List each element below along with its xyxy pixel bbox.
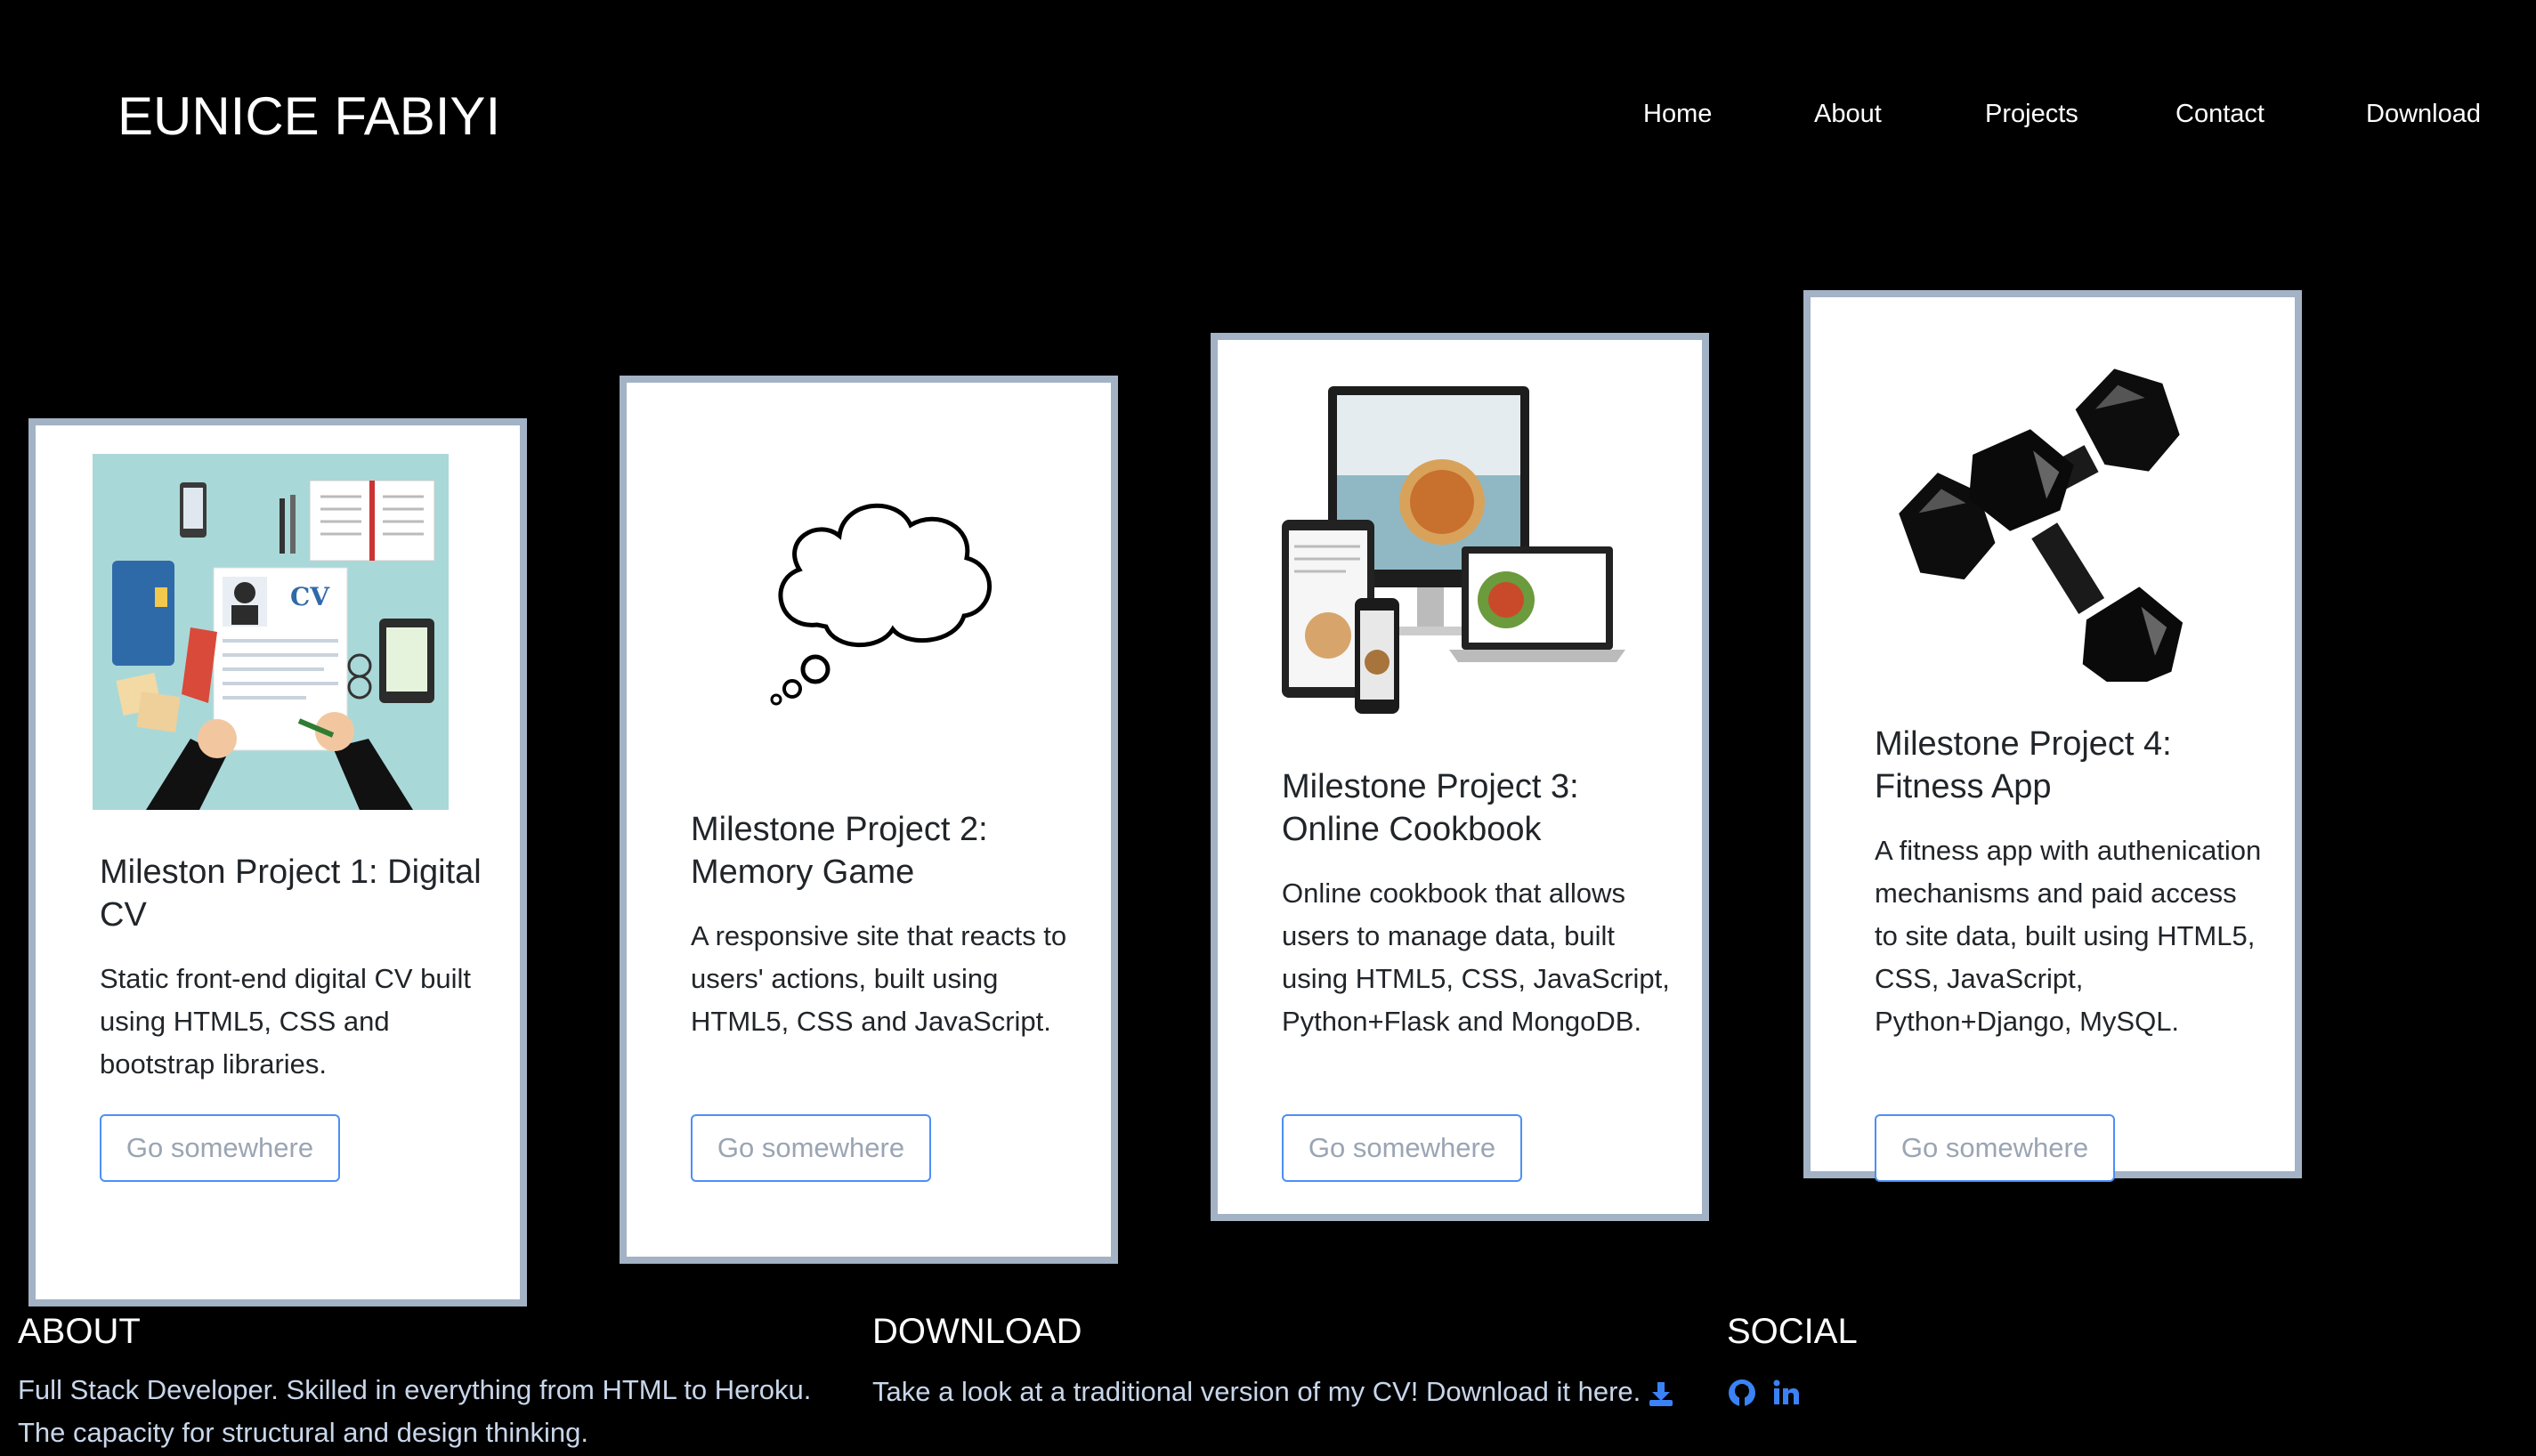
go-somewhere-button[interactable]: Go somewhere: [1282, 1114, 1522, 1182]
card-title: Milestone Project 2: Memory Game: [691, 811, 988, 891]
footer-social-heading: SOCIAL: [1727, 1312, 1858, 1351]
nav-download[interactable]: Download: [2366, 100, 2481, 129]
footer-download-row: Take a look at a traditional version of …: [872, 1371, 1674, 1413]
go-somewhere-button[interactable]: Go somewhere: [100, 1114, 340, 1182]
card-text: Online cookbook that allows users to man…: [1282, 878, 1670, 1037]
card-text: Static front-end digital CV built using …: [100, 963, 471, 1080]
project-card-2: Milestone Project 2: Memory Game A respo…: [620, 376, 1118, 1264]
page: EUNICE FABIYI Home About Projects Contac…: [0, 0, 2536, 1456]
go-somewhere-button[interactable]: Go somewhere: [691, 1114, 931, 1182]
nav-home[interactable]: Home: [1643, 100, 1712, 129]
footer-about-line-2: The capacity for structural and design t…: [18, 1417, 589, 1448]
github-icon[interactable]: [1727, 1378, 1757, 1408]
download-icon[interactable]: [1648, 1380, 1674, 1407]
footer-about-heading: ABOUT: [18, 1312, 141, 1351]
brand-logo[interactable]: EUNICE FABIYI: [117, 85, 500, 147]
svg-text:CV: CV: [290, 582, 330, 611]
cv-illustration-icon: CV: [93, 454, 449, 810]
dumbbells-icon: [1868, 326, 2224, 682]
footer-about-line-1: Full Stack Developer. Skilled in everyth…: [18, 1374, 812, 1405]
footer-download-text[interactable]: Take a look at a traditional version of …: [872, 1376, 1641, 1407]
nav-about[interactable]: About: [1814, 100, 1882, 129]
linkedin-icon[interactable]: [1771, 1378, 1802, 1408]
responsive-devices-icon: [1282, 386, 1625, 714]
main-nav: Home About Projects Contact Download: [1643, 100, 2498, 135]
project-card-4: Milestone Project 4: Fitness App A fitne…: [1803, 290, 2302, 1182]
card-title: Mileston Project 1: Digital CV: [100, 853, 482, 934]
nav-contact[interactable]: Contact: [2175, 100, 2265, 129]
thought-cloud-icon: [770, 503, 992, 706]
project-card-1: CV Mileston Project 1: Digital CV Static…: [28, 418, 527, 1306]
card-text: A responsive site that reacts to users' …: [691, 920, 1067, 1037]
card-text: A fitness app with authenication mechani…: [1875, 835, 2262, 1037]
card-title: Milestone Project 3: Online Cookbook: [1282, 768, 1579, 848]
go-somewhere-button[interactable]: Go somewhere: [1875, 1114, 2115, 1182]
card-title: Milestone Project 4: Fitness App: [1875, 725, 2172, 805]
nav-projects[interactable]: Projects: [1985, 100, 2078, 129]
footer-download-heading: DOWNLOAD: [872, 1312, 1082, 1351]
project-card-3: Milestone Project 3: Online Cookbook Onl…: [1211, 333, 1709, 1221]
